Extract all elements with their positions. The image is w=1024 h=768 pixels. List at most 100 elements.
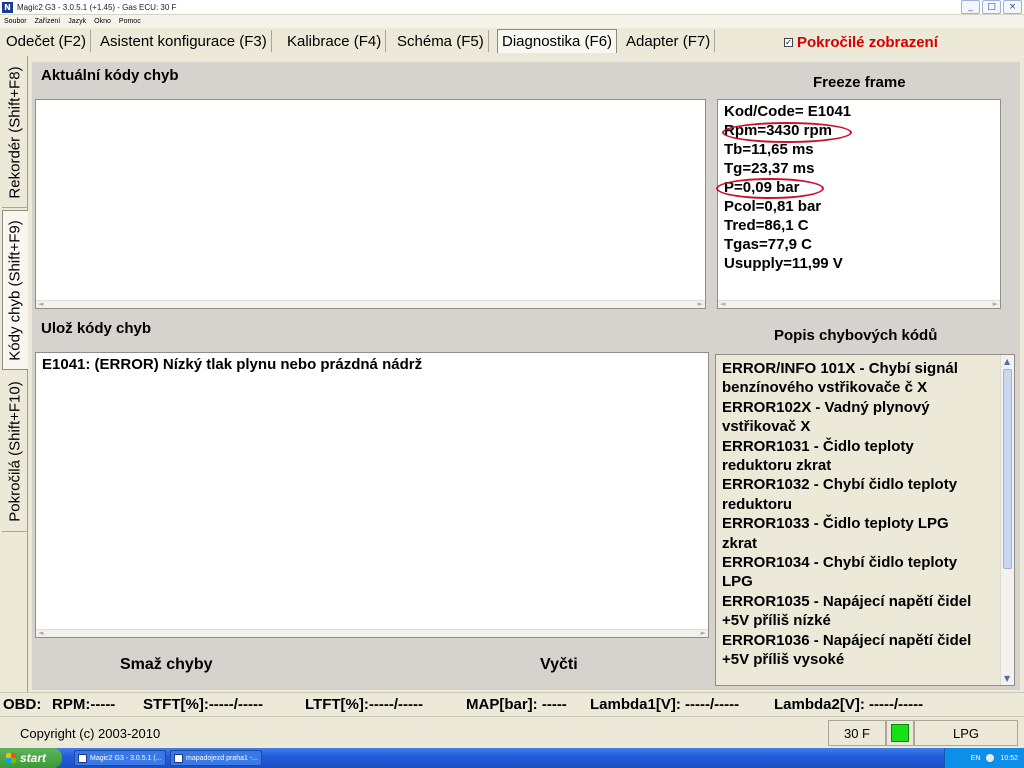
scroll-left-icon[interactable]: ◄ <box>38 300 43 308</box>
minimize-icon[interactable]: _ <box>961 0 980 14</box>
error-line: ERROR102X - Vadný plynový <box>722 398 930 416</box>
taskbar: start Magic2 G3 - 3.0.5.1 (... mapadojez… <box>0 748 1024 768</box>
error-descriptions-title: Popis chybových kódů <box>774 327 938 344</box>
side-tab-rekorder[interactable]: Rekordér (Shift+F8) <box>2 58 28 208</box>
saved-codes-hscrollbar[interactable]: ◄ ► <box>36 629 708 637</box>
pressure-highlight-ellipse <box>716 178 824 199</box>
window-controls: _ □ × <box>961 0 1022 14</box>
language-indicator[interactable]: EN <box>971 755 981 762</box>
saved-code-item[interactable]: E1041: (ERROR) Nízký tlak plynu nebo prá… <box>42 356 422 373</box>
side-tab-pokrocila[interactable]: Pokročilá (Shift+F10) <box>2 372 28 532</box>
error-descriptions-vscrollbar[interactable]: ▲ ▼ <box>1000 355 1014 685</box>
close-icon[interactable]: × <box>1003 0 1022 14</box>
scroll-right-icon[interactable]: ► <box>698 300 703 308</box>
maximize-icon[interactable]: □ <box>982 0 1001 14</box>
start-button[interactable]: start <box>0 748 62 768</box>
freeze-frame-hscrollbar[interactable]: ◄ ► <box>718 300 1000 308</box>
scroll-up-icon[interactable]: ▲ <box>1004 357 1010 366</box>
status-bar: Copyright (c) 2003-2010 30 F LPG <box>0 716 1024 748</box>
obd-rpm: RPM:----- <box>52 696 116 713</box>
side-tab-pokrocila-label: Pokročilá (Shift+F10) <box>6 381 24 522</box>
current-codes-hscrollbar[interactable]: ◄ ► <box>36 300 705 308</box>
title-bar: N Magic2 G3 - 3.0.5.1 (+1.45) - Gas ECU:… <box>0 0 1024 15</box>
freeze-frame-list[interactable]: Kod/Code= E1041 Rpm=3430 rpm Tb=11,65 ms… <box>716 99 1001 309</box>
browser-icon <box>174 753 183 763</box>
menu-item-jazyk[interactable]: Jazyk <box>64 18 90 25</box>
tab-asistent-konfigurace[interactable]: Asistent konfigurace (F3) <box>96 30 272 52</box>
error-line: ERROR1035 - Napájecí napětí čidel <box>722 592 972 610</box>
tray-icon[interactable] <box>986 754 995 762</box>
tab-adapter[interactable]: Adapter (F7) <box>622 30 716 52</box>
tab-diagnostika[interactable]: Diagnostika (F6) <box>497 29 618 53</box>
ecu-status: 30 F <box>828 720 886 746</box>
tab-schema[interactable]: Schéma (F5) <box>393 30 489 52</box>
error-descriptions-text: ERROR/INFO 101X - Chybí signál benzínové… <box>722 359 1000 670</box>
obd-lambda1: Lambda1[V]: -----/----- <box>590 696 740 713</box>
obd-lambda2: Lambda2[V]: -----/----- <box>774 696 924 713</box>
error-line: LPG <box>722 573 753 591</box>
obd-ltft: LTFT[%]:-----/----- <box>305 696 423 713</box>
advanced-view-checkbox[interactable]: ✓ <box>784 38 793 47</box>
ff-code: Kod/Code= E1041 <box>724 103 852 120</box>
saved-codes-list[interactable]: E1041: (ERROR) Nízký tlak plynu nebo prá… <box>35 352 709 638</box>
taskbar-item-mapadojezd[interactable]: mapadojezd praha1 -... <box>170 750 262 766</box>
ff-tg: Tg=23,37 ms <box>724 160 815 177</box>
scroll-right-icon[interactable]: ► <box>993 300 998 308</box>
error-line: reduktoru zkrat <box>722 457 832 475</box>
read-codes-button[interactable]: Vyčti <box>540 656 578 674</box>
error-descriptions-list[interactable]: ERROR/INFO 101X - Chybí signál benzínové… <box>715 354 1015 686</box>
menu-item-zarizeni[interactable]: Zařízení <box>31 18 65 25</box>
error-line: vstřikovač X <box>722 418 811 436</box>
app-icon: N <box>2 1 13 13</box>
scroll-down-icon[interactable]: ▼ <box>1004 674 1010 683</box>
current-codes-list[interactable]: ◄ ► <box>35 99 706 309</box>
start-label: start <box>20 751 47 765</box>
tab-odecet[interactable]: Odečet (F2) <box>2 30 92 52</box>
error-line: ERROR1031 - Čidlo teploty <box>722 437 914 455</box>
error-line: +5V příliš nízké <box>722 612 831 630</box>
fuel-status-led <box>891 724 909 742</box>
menu-item-soubor[interactable]: Soubor <box>0 18 31 25</box>
clear-codes-button[interactable]: Smaž chyby <box>120 656 212 674</box>
menu-item-pomoc[interactable]: Pomoc <box>115 18 145 25</box>
tab-row: Odečet (F2) Asistent konfigurace (F3) Ka… <box>0 28 1024 54</box>
error-line: ERROR1036 - Napájecí napětí čidel <box>722 631 972 649</box>
fuel-status: LPG <box>914 720 1018 746</box>
error-line: ERROR1034 - Chybí čidlo teploty <box>722 554 958 572</box>
clock: 10:52 <box>1000 754 1018 762</box>
fuel-led-cell <box>886 720 914 746</box>
windows-logo-icon <box>6 753 16 763</box>
error-line: benzínového vstřikovače č X <box>722 379 928 397</box>
taskbar-item-magic2[interactable]: Magic2 G3 - 3.0.5.1 (... <box>74 750 166 766</box>
scroll-right-icon[interactable]: ► <box>701 629 706 637</box>
menu-item-okno[interactable]: Okno <box>90 18 115 25</box>
obd-map: MAP[bar]: ----- <box>466 696 567 713</box>
taskbar-item-label: mapadojezd praha1 -... <box>186 754 258 762</box>
side-tab-kody-chyb-label: Kódy chyb (Shift+F9) <box>7 219 25 361</box>
scroll-left-icon[interactable]: ◄ <box>38 629 43 637</box>
error-line: ERROR1032 - Chybí čidlo teploty <box>722 476 958 494</box>
tab-kalibrace[interactable]: Kalibrace (F4) <box>283 30 387 52</box>
side-tabs: Rekordér (Shift+F8) Kódy chyb (Shift+F9)… <box>0 56 28 696</box>
scroll-left-icon[interactable]: ◄ <box>720 300 725 308</box>
obd-label: OBD: <box>3 696 42 713</box>
current-codes-title: Aktuální kódy chyb <box>41 67 179 84</box>
error-line: zkrat <box>722 534 758 552</box>
menu-bar: Soubor Zařízení Jazyk Okno Pomoc <box>0 15 1024 28</box>
error-line: reduktoru <box>722 495 793 513</box>
taskbar-item-label: Magic2 G3 - 3.0.5.1 (... <box>90 754 162 762</box>
obd-stft: STFT[%]:-----/----- <box>143 696 263 713</box>
window-title: Magic2 G3 - 3.0.5.1 (+1.45) - Gas ECU: 3… <box>17 2 177 12</box>
diagnostics-panel: Aktuální kódy chyb Freeze frame ◄ ► Kod/… <box>32 62 1020 690</box>
error-line: +5V příliš vysoké <box>722 651 845 669</box>
ff-pcol: Pcol=0,81 bar <box>724 198 822 215</box>
ff-usupply: Usupply=11,99 V <box>724 255 843 272</box>
obd-bar: OBD: RPM:----- STFT[%]:-----/----- LTFT[… <box>0 692 1024 716</box>
freeze-frame-title: Freeze frame <box>813 74 906 91</box>
rpm-highlight-ellipse <box>722 122 852 143</box>
advanced-view-toggle[interactable]: ✓ Pokročilé zobrazení <box>784 34 938 51</box>
side-tab-kody-chyb[interactable]: Kódy chyb (Shift+F9) <box>2 210 28 370</box>
error-line: ERROR/INFO 101X - Chybí signál <box>722 360 958 377</box>
copyright-text: Copyright (c) 2003-2010 <box>20 726 161 741</box>
scroll-thumb[interactable] <box>1003 369 1012 569</box>
